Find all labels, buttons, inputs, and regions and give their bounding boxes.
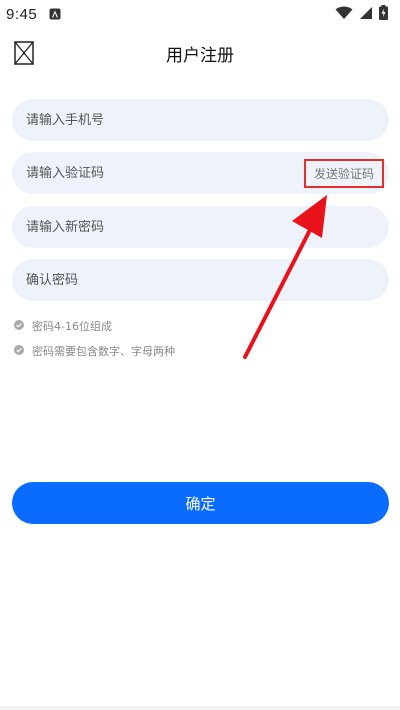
- check-circle-icon: [14, 344, 24, 358]
- password-hint-length: 密码4-16位组成: [14, 318, 112, 334]
- status-right: [335, 4, 388, 24]
- status-time: 9:45: [6, 5, 38, 23]
- header: 用户注册: [0, 36, 400, 70]
- confirm-password-field[interactable]: [12, 259, 389, 301]
- new-password-input[interactable]: [26, 219, 375, 235]
- signal-icon: [359, 5, 373, 24]
- notification-icon: [49, 5, 61, 24]
- new-password-field[interactable]: [12, 206, 389, 248]
- phone-field[interactable]: [12, 99, 389, 141]
- hint-text: 密码需要包含数字、字母两种: [32, 345, 175, 358]
- page-title: 用户注册: [166, 45, 234, 66]
- broken-image-icon[interactable]: [14, 41, 34, 65]
- password-hint-composition: 密码需要包含数字、字母两种: [14, 343, 175, 359]
- hint-text: 密码4-16位组成: [32, 320, 112, 333]
- phone-input[interactable]: [26, 112, 375, 128]
- wifi-icon: [335, 5, 353, 24]
- confirm-password-input[interactable]: [26, 272, 375, 288]
- status-bar: 9:45: [0, 0, 400, 28]
- confirm-button[interactable]: 确定: [12, 482, 389, 524]
- battery-charging-icon: [379, 4, 388, 24]
- status-left: 9:45: [6, 5, 61, 24]
- send-code-button[interactable]: 发送验证码: [304, 159, 384, 188]
- home-indicator: [0, 706, 400, 710]
- check-circle-icon: [14, 319, 24, 333]
